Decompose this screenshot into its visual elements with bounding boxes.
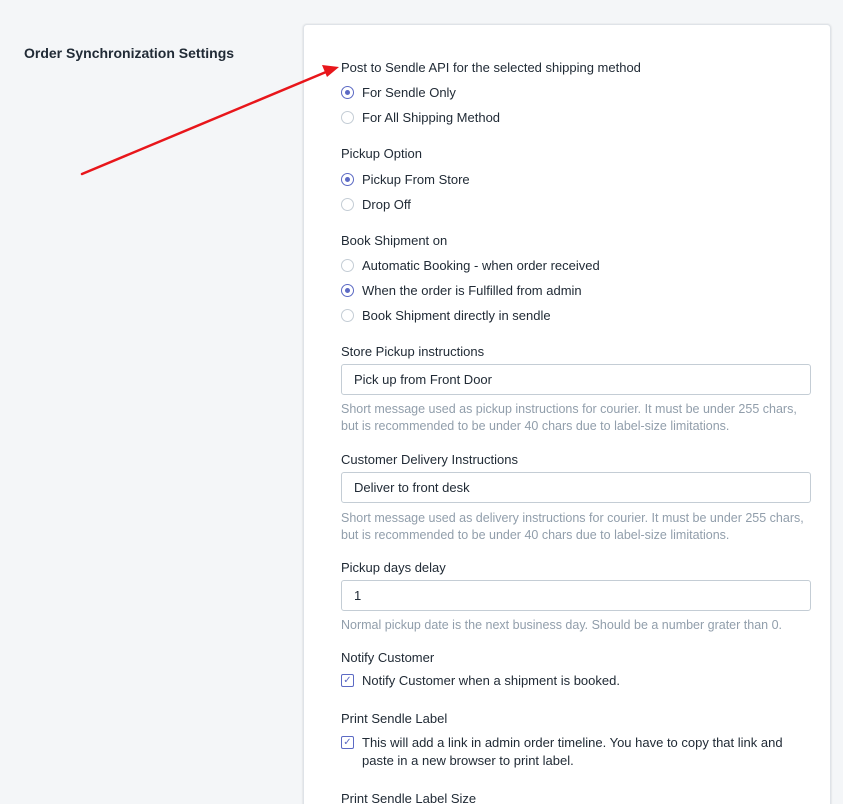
settings-page: Order Synchronization Settings Post to S… bbox=[0, 0, 843, 804]
annotation-arrow-icon bbox=[80, 65, 339, 176]
